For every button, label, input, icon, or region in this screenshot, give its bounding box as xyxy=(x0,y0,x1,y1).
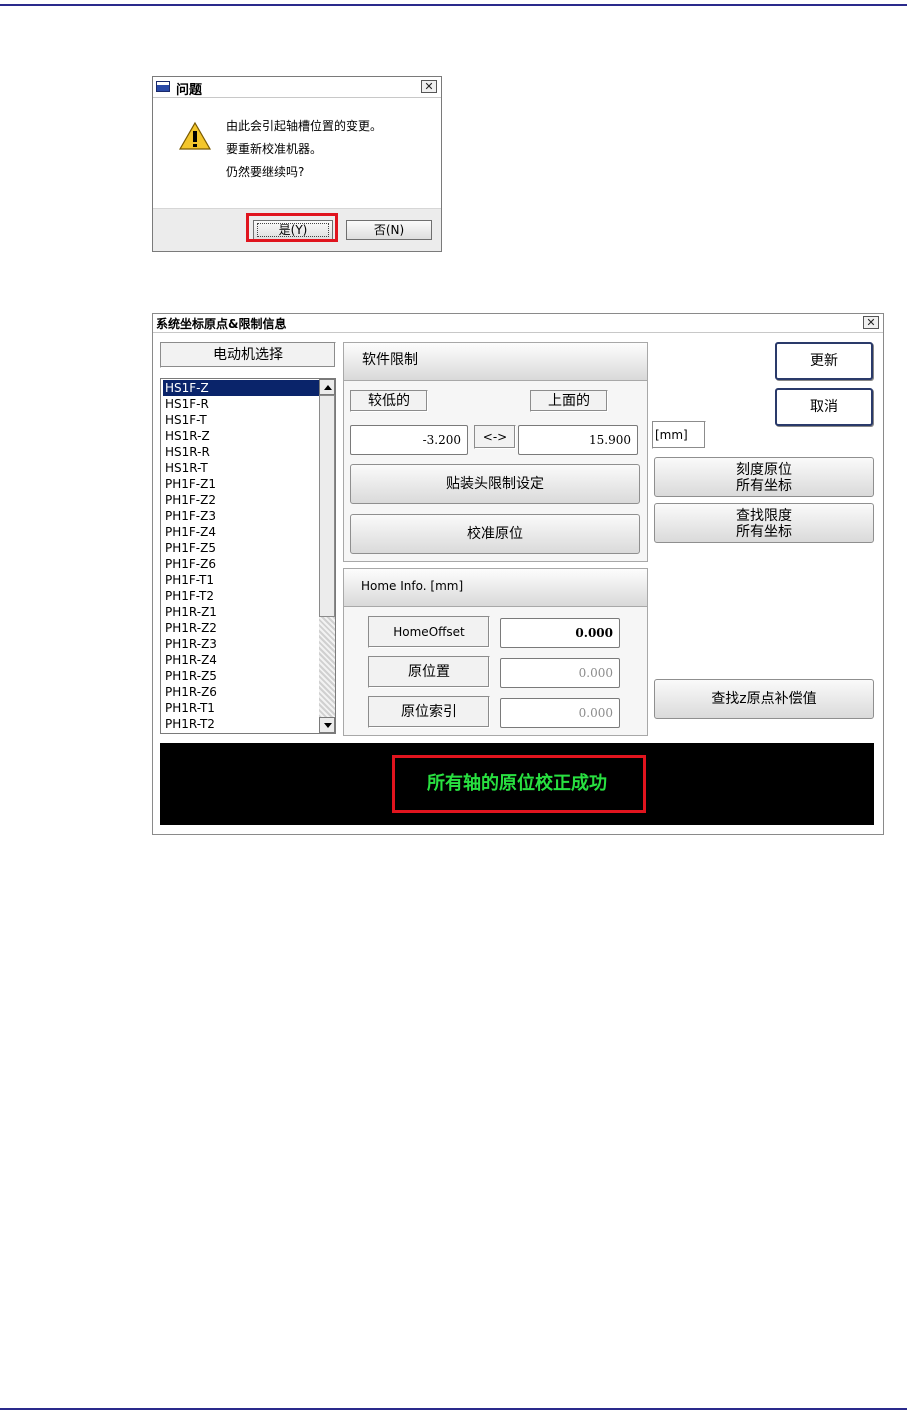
arrow-up-icon xyxy=(324,385,332,390)
origin-limit-dialog: 系统坐标原点&限制信息 ✕ 电动机选择 HS1F-Z HS1F-R HS1F-T HS… xyxy=(152,313,884,835)
scroll-down-button[interactable] xyxy=(319,717,335,733)
vertical-scrollbar[interactable] xyxy=(319,379,335,733)
motor-list-item[interactable]: PH1F-Z5 xyxy=(163,540,319,556)
head-limit-setting-button[interactable]: 贴装头限制设定 xyxy=(350,464,640,504)
question-dialog-title: 问题 xyxy=(176,83,203,98)
motor-list-item[interactable]: PH1R-Z6 xyxy=(163,684,319,700)
motor-list-item[interactable]: PH1F-Z4 xyxy=(163,524,319,540)
motor-list-item[interactable]: HS1F-R xyxy=(163,396,319,412)
motor-list-item[interactable]: PH1F-T2 xyxy=(163,588,319,604)
lower-limit-label: 较低的 xyxy=(350,390,428,412)
upper-limit-input[interactable]: 15.900 xyxy=(518,425,638,455)
find-z-origin-compensation-button[interactable]: 查找z原点补偿值 xyxy=(654,679,874,719)
main-dialog-title: 系统坐标原点&限制信息 xyxy=(156,317,287,331)
home-index-field: 0.000 xyxy=(500,698,620,728)
find-limit-line-2: 所有坐标 xyxy=(736,524,792,540)
arrow-down-icon xyxy=(324,723,332,728)
motor-list-item[interactable]: PH1R-Z3 xyxy=(163,636,319,652)
find-limit-line-1: 查找限度 xyxy=(736,508,792,524)
window-icon xyxy=(156,81,170,92)
scale-home-line-2: 所有坐标 xyxy=(736,478,792,494)
question-dialog-footer: 是(Y) 否(N) xyxy=(153,208,441,251)
motor-list[interactable]: HS1F-Z HS1F-R HS1F-T HS1R-Z HS1R-R HS1R-T PH1F… xyxy=(160,378,336,734)
no-button-label: 否(N) xyxy=(373,223,405,237)
motor-select-label: 电动机选择 xyxy=(160,342,336,368)
software-limit-group: 软件限制 较低的 上面的 -3.200 <-> 15.900 贴装头限制设定 校… xyxy=(343,342,648,562)
home-position-field: 0.000 xyxy=(500,658,620,688)
range-arrow: <-> xyxy=(474,425,516,449)
home-offset-label: HomeOffset xyxy=(368,616,490,648)
software-limit-title: 软件限制 xyxy=(344,343,647,381)
question-dialog: 问题 ✕ 由此会引起轴槽位置的变更。 要重新校准机器。 仍然要继续吗? 是(Y)… xyxy=(152,76,442,252)
motor-list-item[interactable]: PH1R-Z4 xyxy=(163,652,319,668)
motor-list-item[interactable]: PH1F-Z3 xyxy=(163,508,319,524)
warning-icon xyxy=(178,121,212,150)
motor-list-item[interactable]: HS1F-Z xyxy=(163,380,319,396)
status-panel: 所有轴的原位校正成功 xyxy=(160,743,874,825)
question-dialog-titlebar: 问题 ✕ xyxy=(153,77,441,98)
no-button[interactable]: 否(N) xyxy=(346,220,432,240)
motor-list-items: HS1F-Z HS1F-R HS1F-T HS1R-Z HS1R-R HS1R-T PH1F… xyxy=(163,380,319,732)
message-line-1: 由此会引起轴槽位置的变更。 xyxy=(226,119,383,133)
bottom-rule xyxy=(0,1408,907,1410)
lower-limit-input[interactable]: -3.200 xyxy=(350,425,468,455)
unit-label: [mm] xyxy=(652,421,706,449)
scroll-up-button[interactable] xyxy=(319,379,335,395)
upper-limit-label: 上面的 xyxy=(530,390,608,412)
motor-list-item[interactable]: PH1F-Z2 xyxy=(163,492,319,508)
find-limit-all-axes-button[interactable]: 查找限度 所有坐标 xyxy=(654,503,874,543)
motor-list-item[interactable]: PH1R-T1 xyxy=(163,700,319,716)
top-rule xyxy=(0,4,907,6)
message-line-2: 要重新校准机器。 xyxy=(226,142,323,156)
calibrate-home-button[interactable]: 校准原位 xyxy=(350,514,640,554)
home-position-label: 原位置 xyxy=(368,656,490,688)
yes-button-highlight xyxy=(246,213,338,242)
message-line-3: 仍然要继续吗? xyxy=(226,165,305,179)
scale-home-line-1: 刻度原位 xyxy=(736,462,792,478)
update-button[interactable]: 更新 xyxy=(775,342,873,380)
motor-list-item[interactable]: HS1F-T xyxy=(163,412,319,428)
motor-list-item[interactable]: HS1R-Z xyxy=(163,428,319,444)
motor-list-item[interactable]: PH1R-Z5 xyxy=(163,668,319,684)
close-icon[interactable]: ✕ xyxy=(421,80,437,93)
motor-list-item[interactable]: PH1R-T2 xyxy=(163,716,319,732)
motor-list-item[interactable]: PH1F-T1 xyxy=(163,572,319,588)
status-highlight xyxy=(392,755,646,813)
main-dialog-titlebar: 系统坐标原点&限制信息 ✕ xyxy=(153,314,883,333)
motor-list-item[interactable]: PH1F-Z1 xyxy=(163,476,319,492)
close-icon[interactable]: ✕ xyxy=(863,316,879,329)
motor-list-item[interactable]: PH1F-Z6 xyxy=(163,556,319,572)
home-info-title: Home Info. [mm] xyxy=(344,569,647,607)
scroll-thumb[interactable] xyxy=(319,395,335,617)
motor-list-item[interactable]: HS1R-R xyxy=(163,444,319,460)
motor-list-item[interactable]: HS1R-T xyxy=(163,460,319,476)
home-index-label: 原位索引 xyxy=(368,696,490,728)
cancel-button[interactable]: 取消 xyxy=(775,388,873,426)
home-offset-input[interactable]: 0.000 xyxy=(500,618,620,648)
scroll-track[interactable] xyxy=(319,617,335,717)
motor-list-item[interactable]: PH1R-Z1 xyxy=(163,604,319,620)
motor-list-item[interactable]: PH1R-Z2 xyxy=(163,620,319,636)
scale-home-all-axes-button[interactable]: 刻度原位 所有坐标 xyxy=(654,457,874,497)
home-info-group: Home Info. [mm] HomeOffset 0.000 原位置 0.0… xyxy=(343,568,648,736)
